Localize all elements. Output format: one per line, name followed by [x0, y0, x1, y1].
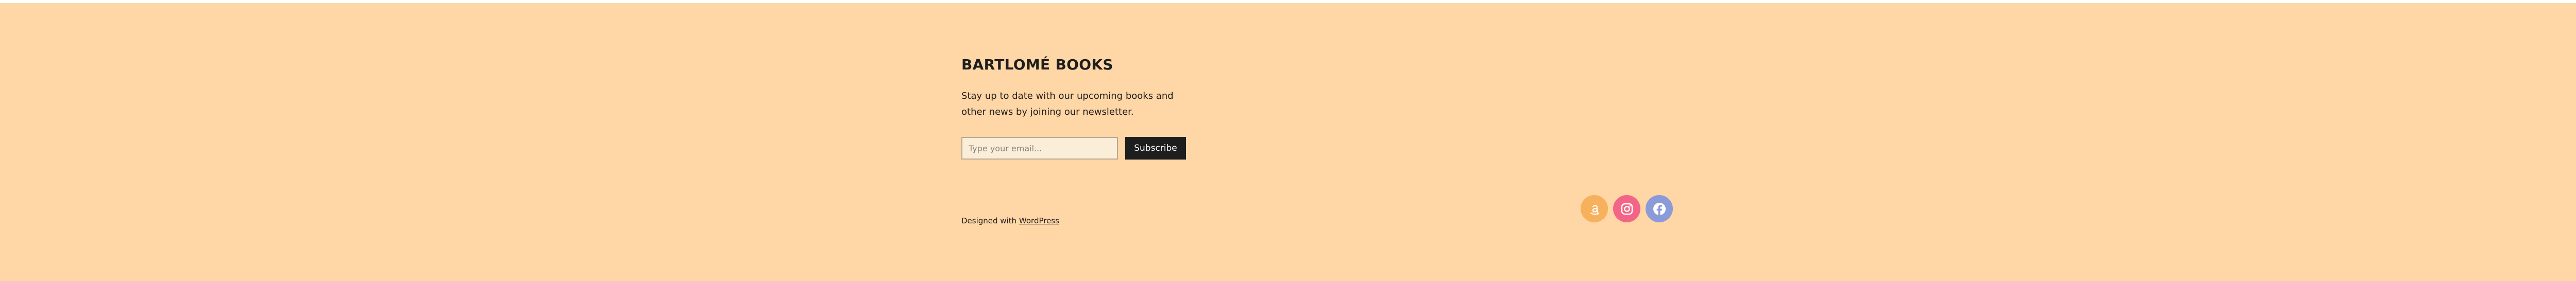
instagram-icon — [1621, 203, 1633, 215]
amazon-link[interactable] — [1581, 195, 1608, 222]
site-footer: BARTLOMÉ BOOKS Stay up to date with our … — [0, 3, 2576, 281]
instagram-link[interactable] — [1613, 195, 1640, 222]
newsletter-form: Subscribe — [961, 137, 1188, 164]
facebook-link[interactable] — [1646, 195, 1673, 222]
wordpress-link[interactable]: WordPress — [1019, 216, 1059, 225]
newsletter-description: Stay up to date with our upcoming books … — [961, 91, 1174, 117]
email-input[interactable] — [961, 137, 1118, 160]
amazon-icon — [1590, 205, 1599, 215]
social-links — [1581, 195, 1673, 223]
credit-prefix: Designed with — [961, 216, 1019, 225]
footer-credit: Designed with WordPress — [961, 216, 1059, 226]
footer-brand-title: BARTLOMÉ BOOKS — [961, 56, 1113, 73]
subscribe-button[interactable]: Subscribe — [1125, 137, 1186, 160]
facebook-icon — [1653, 202, 1666, 215]
